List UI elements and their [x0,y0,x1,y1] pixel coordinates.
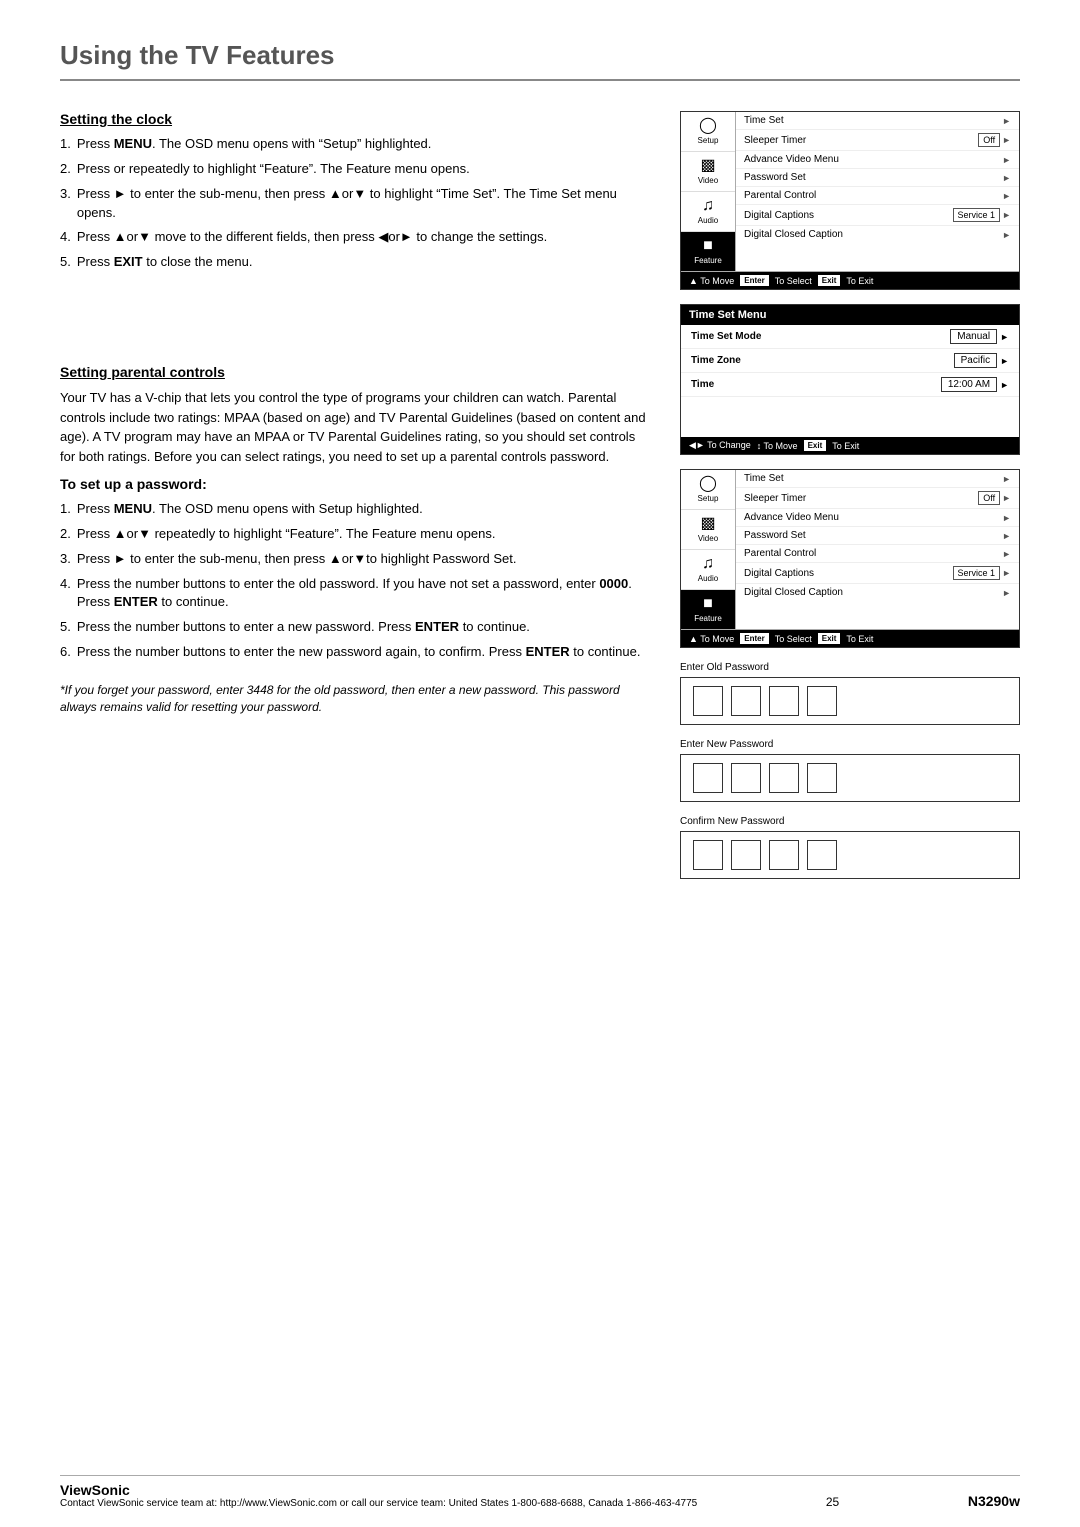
osd-row-parental: Parental Control ► [736,187,1019,205]
parental-intro: Your TV has a V-chip that lets you contr… [60,388,650,466]
footer-model: N3290w [968,1493,1020,1509]
osd-content-2: Time Set ► Sleeper Timer Off► Advance Vi… [736,470,1019,629]
pw-step-5: 5. Press the number buttons to enter a n… [60,618,650,637]
time-set-row-time: Time 12:00 AM ► [681,373,1019,397]
pw-confirm-boxes [680,831,1020,879]
pw-confirm-box-2 [731,840,761,870]
footer-left: ViewSonic Contact ViewSonic service team… [60,1482,697,1509]
bold-menu-2: MENU [114,501,152,516]
osd-row-password: Password Set ► [736,169,1019,187]
sub-heading-password: To set up a password: [60,476,650,492]
pw-confirm: Confirm New Password [680,816,1020,879]
pw-old-boxes [680,677,1020,725]
osd-row-timeset: Time Set ► [736,112,1019,130]
step-5: 5. Press EXIT to close the menu. [60,253,650,272]
pw-new-boxes [680,754,1020,802]
osd-row-closed-2: Digital Closed Caption ► [736,584,1019,601]
time-set-title: Time Set Menu [681,305,1019,325]
osd-menu-top: ◯ Setup ▩ Video ♫ Audio ■ [680,111,1020,290]
footer-contact: Contact ViewSonic service team at: http:… [60,1498,697,1509]
step-2: 2. Press or repeatedly to highlight “Fea… [60,160,650,179]
section2-heading: Setting parental controls [60,364,650,380]
left-column: Setting the clock 1. Press MENU. The OSD… [60,111,650,893]
osd-icon-feature: ■ Feature [681,232,735,271]
pw-old-label: Enter Old Password [680,662,1020,673]
pw-new-box-4 [807,763,837,793]
pw-new: Enter New Password [680,739,1020,802]
osd-row-timeset-2: Time Set ► [736,470,1019,488]
osd-menu-bottom: ◯ Setup ▩ Video ♫ Audio ■ [680,469,1020,648]
time-set-menu: Time Set Menu Time Set Mode Manual ► Tim… [680,304,1020,455]
osd-icons-2: ◯ Setup ▩ Video ♫ Audio ■ [681,470,736,629]
pw-step-1: 1. Press MENU. The OSD menu opens with S… [60,500,650,519]
osd-icon-audio-2: ♫ Audio [681,550,735,590]
osd-icon-setup: ◯ Setup [681,112,735,152]
osd-icon-video: ▩ Video [681,152,735,192]
osd-nav-bar-2: ▲ To Move EnterTo Select ExitTo Exit [681,630,1019,647]
osd-nav-bar-1: ▲ To Move EnterTo Select ExitTo Exit [681,272,1019,289]
osd-icon-audio: ♫ Audio [681,192,735,232]
footer: ViewSonic Contact ViewSonic service team… [60,1475,1020,1509]
section-gap-1 [60,292,650,316]
pw-step-6: 6. Press the number buttons to enter the… [60,643,650,662]
osd-icons: ◯ Setup ▩ Video ♫ Audio ■ [681,112,736,271]
osd-row-advance: Advance Video Menu ► [736,151,1019,169]
osd-row-parental-2: Parental Control ► [736,545,1019,563]
time-set-row-mode: Time Set Mode Manual ► [681,325,1019,349]
pw-old-box-2 [731,686,761,716]
osd-icon-setup-2: ◯ Setup [681,470,735,510]
osd-row-password-2: Password Set ► [736,527,1019,545]
osd-row-captions-2: Digital Captions Service 1► [736,563,1019,584]
section1-heading: Setting the clock [60,111,650,127]
italic-note: *If you forget your password, enter 3448… [60,682,650,717]
pw-new-box-3 [769,763,799,793]
osd-icon-feature-2: ■ Feature [681,590,735,629]
pw-confirm-label: Confirm New Password [680,816,1020,827]
section1-steps: 1. Press MENU. The OSD menu opens with “… [60,135,650,272]
pw-confirm-box-3 [769,840,799,870]
time-set-row-zone: Time Zone Pacific ► [681,349,1019,373]
pw-old-box-3 [769,686,799,716]
osd-content: Time Set ► Sleeper Timer Off► Advance Vi… [736,112,1019,271]
page: Using the TV Features Setting the clock … [0,0,1080,1527]
footer-brand: ViewSonic [60,1482,697,1498]
pw-confirm-box-1 [693,840,723,870]
section-gap-2 [60,316,650,340]
pw-new-box-1 [693,763,723,793]
step-1: 1. Press MENU. The OSD menu opens with “… [60,135,650,154]
osd-row-sleeper: Sleeper Timer Off► [736,130,1019,151]
section2-steps: 1. Press MENU. The OSD menu opens with S… [60,500,650,662]
pw-old-box-4 [807,686,837,716]
pw-confirm-box-4 [807,840,837,870]
time-set-nav: ◀► To Change ↕ To Move ExitTo Exit [681,437,1019,454]
footer-page-number: 25 [826,1495,839,1509]
osd-icon-video-2: ▩ Video [681,510,735,550]
osd-row-advance-2: Advance Video Menu ► [736,509,1019,527]
bold-menu-1: MENU [114,136,152,151]
osd-menu-inner: ◯ Setup ▩ Video ♫ Audio ■ [681,112,1019,272]
pw-step-3: 3. Press ► to enter the sub-menu, then p… [60,550,650,569]
step-4: 4. Press ▲or▼ move to the different fiel… [60,228,650,247]
right-column: ◯ Setup ▩ Video ♫ Audio ■ [680,111,1020,893]
bold-exit: EXIT [114,254,143,269]
pw-new-label: Enter New Password [680,739,1020,750]
pw-step-4: 4. Press the number buttons to enter the… [60,575,650,613]
osd-row-closed: Digital Closed Caption ► [736,226,1019,243]
step-3: 3. Press ► to enter the sub-menu, then p… [60,185,650,223]
pw-old-box-1 [693,686,723,716]
osd-row-sleeper-2: Sleeper Timer Off► [736,488,1019,509]
page-title: Using the TV Features [60,40,1020,81]
pw-step-2: 2. Press ▲or▼ repeatedly to highlight “F… [60,525,650,544]
section-gap-3 [60,340,650,364]
content-area: Setting the clock 1. Press MENU. The OSD… [60,111,1020,893]
pw-old: Enter Old Password [680,662,1020,725]
osd-row-captions: Digital Captions Service 1► [736,205,1019,226]
osd-menu-inner-2: ◯ Setup ▩ Video ♫ Audio ■ [681,470,1019,630]
time-set-spacer [681,397,1019,437]
pw-new-box-2 [731,763,761,793]
